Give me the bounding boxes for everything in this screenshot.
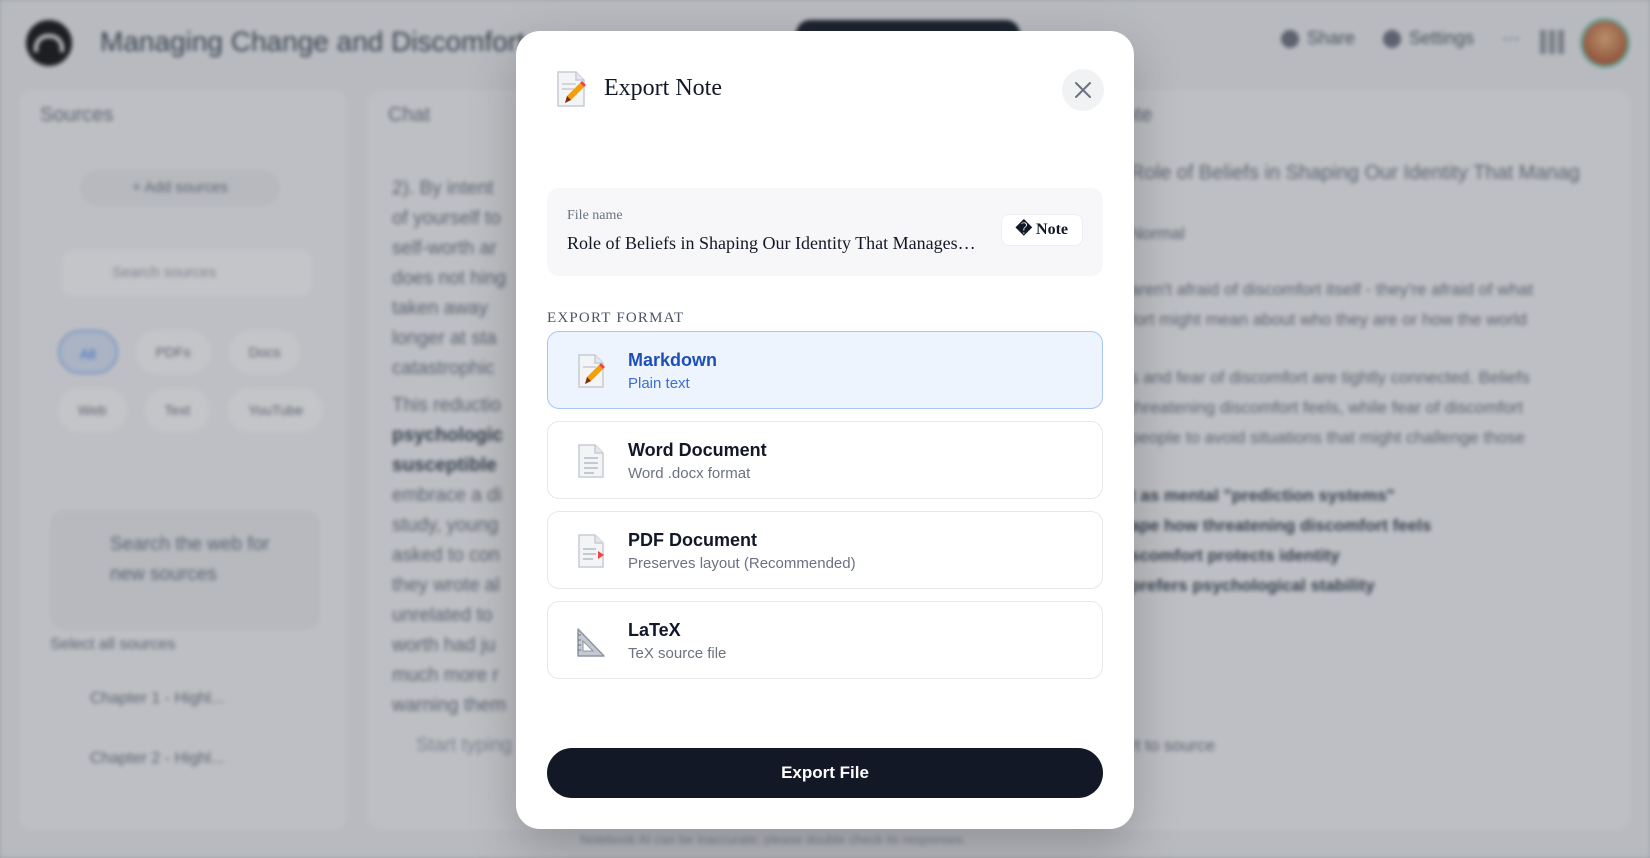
format-name: PDF Document xyxy=(628,530,758,550)
format-description: TeX source file xyxy=(628,645,727,662)
close-button[interactable] xyxy=(1062,69,1104,111)
document-icon xyxy=(578,444,604,478)
pencil-note-icon xyxy=(557,71,586,107)
export-format-label: EXPORT FORMAT xyxy=(547,310,685,326)
export-file-button[interactable]: Export File xyxy=(547,748,1103,798)
pdf-document-icon xyxy=(578,534,604,568)
format-description: Word .docx format xyxy=(628,465,751,482)
dialog-title: Export Note xyxy=(604,75,722,101)
format-name: Word Document xyxy=(628,440,767,460)
format-option-latex[interactable]: LaTeX TeX source file xyxy=(547,601,1103,679)
format-description: Preserves layout (Recommended) xyxy=(628,555,856,572)
format-name: LaTeX xyxy=(628,620,681,640)
file-name-card: File name Role of Beliefs in Shaping Our… xyxy=(547,188,1103,276)
triangle-ruler-icon xyxy=(577,628,605,657)
file-name-label: File name xyxy=(567,208,623,223)
format-description: Plain text xyxy=(628,375,690,392)
format-name: Markdown xyxy=(628,350,718,370)
pencil-note-icon xyxy=(578,354,605,388)
export-note-dialog: Export Note File name Role of Beliefs in… xyxy=(516,31,1134,829)
format-option-word[interactable]: Word Document Word .docx format xyxy=(547,421,1103,499)
note-type-badge: � Note xyxy=(1000,214,1083,246)
close-icon xyxy=(1075,82,1091,98)
format-option-markdown[interactable]: Markdown Plain text xyxy=(547,331,1103,409)
file-name-value[interactable]: Role of Beliefs in Shaping Our Identity … xyxy=(567,233,977,254)
format-option-pdf[interactable]: PDF Document Preserves layout (Recommend… xyxy=(547,511,1103,589)
